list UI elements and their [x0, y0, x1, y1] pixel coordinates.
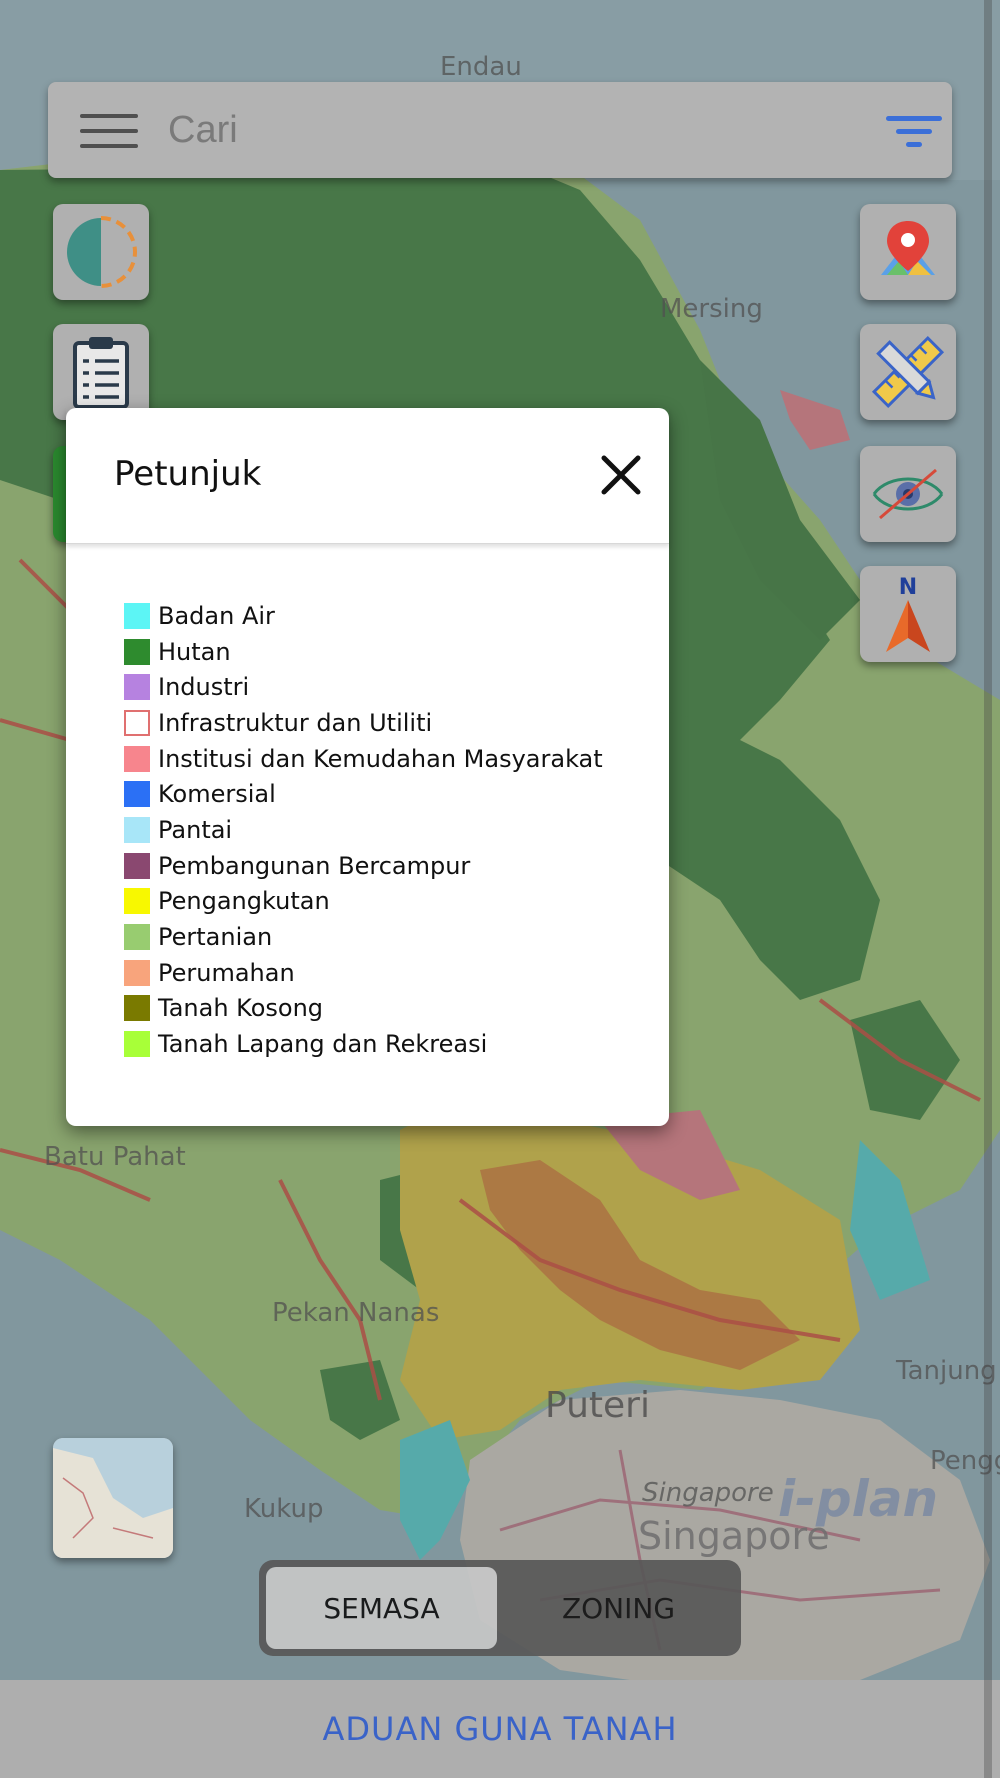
legend-dialog: Petunjuk Badan Air Hutan Industri Infrastru… [66, 408, 669, 1126]
legend-swatch [124, 995, 150, 1022]
legend-item: Hutan [124, 634, 603, 670]
legend-label: Pengangkutan [158, 887, 330, 916]
filter-icon[interactable] [886, 112, 942, 152]
mode-zoning-button[interactable]: ZONING [503, 1567, 734, 1649]
legend-swatch [124, 709, 150, 736]
legend-label: Institusi dan Kemudahan Masyarakat [158, 744, 603, 773]
svg-text:N: N [899, 575, 917, 600]
legend-item: Pembangunan Bercampur [124, 848, 603, 884]
map-pin-icon [881, 221, 935, 275]
legend-label: Hutan [158, 637, 231, 666]
legend-item: Institusi dan Kemudahan Masyarakat [124, 741, 603, 777]
legend-label: Pembangunan Bercampur [158, 851, 471, 880]
bottom-bar: ADUAN GUNA TANAH [0, 1680, 1000, 1778]
legend-label: Perumahan [158, 958, 295, 987]
legend-label: Industri [158, 673, 250, 702]
legend-title: Petunjuk [114, 454, 262, 494]
legend-item: Badan Air [124, 598, 603, 634]
legend-swatch [124, 852, 150, 879]
legend-swatch [124, 816, 150, 843]
legend-swatch [124, 959, 150, 986]
land-use-complaint-link[interactable]: ADUAN GUNA TANAH [322, 1710, 677, 1748]
legend-item: Tanah Lapang dan Rekreasi [124, 1026, 603, 1062]
visibility-eye-icon [872, 468, 944, 520]
hamburger-icon[interactable] [80, 114, 138, 148]
layer-split-icon [67, 216, 137, 288]
legend-label: Pantai [158, 815, 233, 844]
legend-item: Tanah Kosong [124, 991, 603, 1027]
location-button[interactable] [860, 204, 956, 300]
legend-label: Tanah Kosong [158, 994, 324, 1023]
ruler-pencil-icon [871, 335, 945, 409]
compass-north-icon: N [886, 575, 930, 652]
legend-swatch [124, 924, 150, 951]
clipboard-list-icon [73, 337, 129, 409]
legend-item: Pertanian [124, 919, 603, 955]
legend-label: Infrastruktur dan Utiliti [158, 708, 433, 737]
legend-item: Komersial [124, 776, 603, 812]
legend-header: Petunjuk [66, 408, 669, 544]
legend-label: Tanah Lapang dan Rekreasi [158, 1030, 488, 1059]
measure-draw-button[interactable] [860, 324, 956, 420]
legend-item: Industri [124, 669, 603, 705]
close-icon[interactable] [596, 450, 646, 500]
mode-toggle: SEMASA ZONING [259, 1560, 741, 1656]
layer-split-button[interactable] [53, 204, 149, 300]
legend-swatch [124, 674, 150, 701]
legend-label: Pertanian [158, 923, 273, 952]
visibility-button[interactable] [860, 446, 956, 542]
mode-semasa-button[interactable]: SEMASA [266, 1567, 497, 1649]
legend-swatch [124, 638, 150, 665]
legend-item: Pengangkutan [124, 884, 603, 920]
compass-button[interactable]: N [860, 566, 956, 662]
legend-label: Komersial [158, 780, 276, 809]
legend-item: Perumahan [124, 955, 603, 991]
legend-label: Badan Air [158, 601, 275, 630]
scrollbar[interactable] [984, 0, 992, 1778]
legend-swatch [124, 1031, 150, 1058]
legend-swatch [124, 781, 150, 808]
basemap-thumbnail[interactable] [53, 1438, 173, 1558]
basemap-preview [53, 1438, 173, 1558]
legend-list: Badan Air Hutan Industri Infrastruktur dan … [124, 598, 603, 1062]
legend-item: Infrastruktur dan Utiliti [124, 705, 603, 741]
legend-swatch [124, 745, 150, 772]
legend-swatch [124, 888, 150, 915]
search-input[interactable] [168, 100, 768, 160]
legend-swatch [124, 602, 150, 629]
clipboard-button[interactable] [53, 324, 149, 420]
legend-item: Pantai [124, 812, 603, 848]
search-bar [48, 82, 952, 178]
